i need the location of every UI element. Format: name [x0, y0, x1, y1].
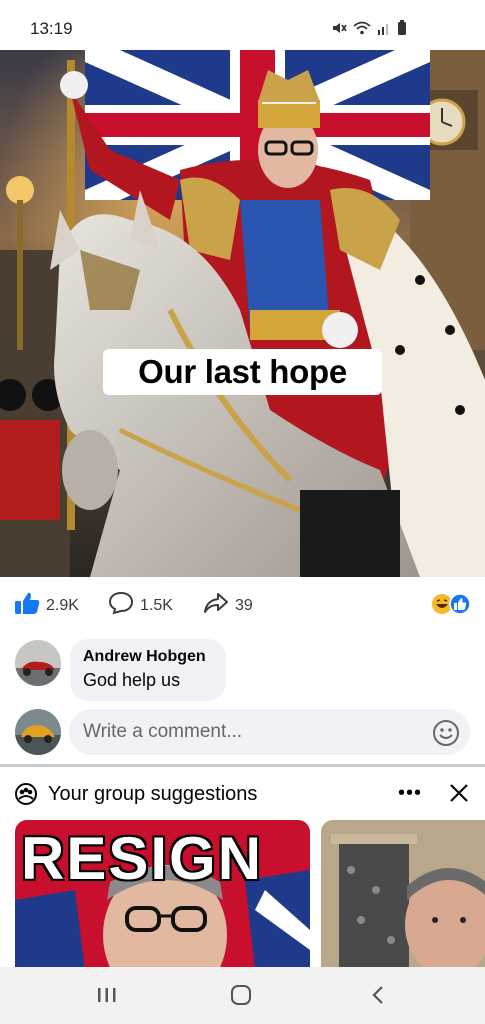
group-card-image	[321, 820, 485, 970]
more-options-button[interactable]: •••	[398, 782, 422, 805]
groups-icon	[14, 782, 38, 811]
post-caption-text: Our last hope	[138, 353, 347, 390]
comment-input-placeholder: Write a comment...	[83, 721, 243, 742]
group-suggestions-header: Your group suggestions •••	[0, 770, 485, 818]
mute-icon	[331, 20, 347, 41]
comment-bubble[interactable]: Andrew Hobgen God help us	[70, 639, 226, 701]
wifi-icon	[353, 20, 371, 41]
battery-icon	[397, 20, 407, 41]
back-icon[interactable]	[368, 985, 390, 1010]
home-icon[interactable]	[230, 985, 252, 1010]
comment-bubble-icon	[108, 591, 134, 620]
like-button[interactable]: 2.9K	[14, 591, 79, 620]
like-count: 2.9K	[46, 596, 79, 614]
group-suggestion-card[interactable]: RESIGN	[15, 820, 310, 970]
share-button[interactable]: 39	[203, 591, 253, 620]
close-icon[interactable]	[448, 782, 470, 809]
thumbs-up-icon	[14, 591, 40, 620]
post-image[interactable]: Our last hope	[0, 50, 485, 577]
share-count: 39	[235, 596, 253, 614]
feed-separator	[0, 764, 485, 767]
share-arrow-icon	[203, 591, 229, 620]
post-actions-bar: 2.9K 1.5K 39	[0, 585, 485, 625]
comment-author[interactable]: Andrew Hobgen	[83, 648, 213, 666]
recent-apps-icon[interactable]	[96, 985, 118, 1010]
comment-count: 1.5K	[140, 596, 173, 614]
post-caption-overlay: Our last hope	[103, 349, 382, 395]
group-card-headline: RESIGN	[21, 825, 264, 892]
group-suggestions-title: Your group suggestions	[48, 783, 258, 805]
emoji-picker-icon[interactable]	[432, 719, 460, 752]
comment-input[interactable]: Write a comment...	[69, 709, 470, 755]
current-user-avatar[interactable]	[15, 709, 61, 755]
status-time: 13:19	[30, 19, 73, 38]
comment-text: God help us	[83, 670, 181, 690]
commenter-avatar[interactable]	[15, 640, 61, 686]
facebook-feed-screen: 13:19 Our last hope 2.9K 1.5K 39 Andrew …	[0, 0, 485, 1024]
reaction-emoji-summary[interactable]	[431, 593, 471, 620]
status-icons	[331, 20, 407, 41]
comment-button[interactable]: 1.5K	[108, 591, 173, 620]
group-suggestion-card[interactable]	[321, 820, 485, 970]
like-emoji-icon	[449, 593, 471, 620]
signal-icon	[377, 20, 391, 41]
system-navigation-bar	[0, 967, 485, 1024]
post-illustration	[0, 50, 485, 577]
status-bar: 13:19	[0, 0, 485, 50]
